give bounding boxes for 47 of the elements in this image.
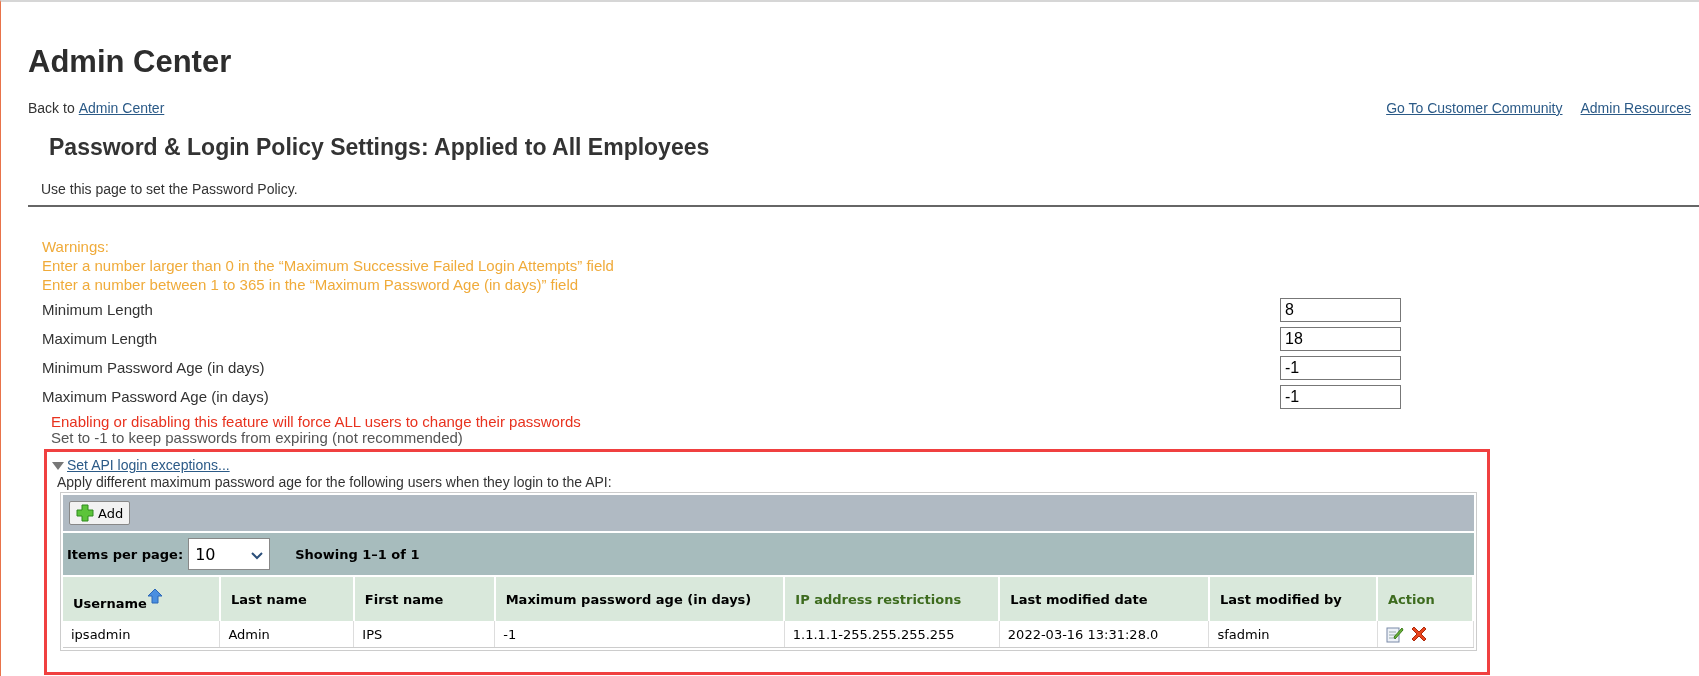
notice-text: Enabling or disabling this feature will force ALL users to change their passwords: [51, 413, 582, 431]
field-label: Maximum Length: [42, 330, 158, 347]
column-header[interactable]: Username: [63, 577, 220, 621]
input-field[interactable]: 8: [1280, 297, 1401, 322]
field-label: Minimum Password Age (in days): [42, 359, 265, 376]
items-per-page-label: Items per page:: [67, 546, 184, 562]
page-title: Admin Center: [28, 43, 233, 80]
warning-text: Enter a number larger than 0 in the “Maximum Successive Failed Login Attempts” field: [42, 256, 615, 275]
hint-text: Set to -1 to keep passwords from expiring (not recommended): [51, 431, 463, 445]
table-cell: -1: [494, 621, 785, 648]
admin-center-link[interactable]: Admin Center: [78, 100, 165, 116]
column-header[interactable]: Last modified by: [1208, 577, 1377, 621]
section-description: Use this page to set the Password Policy.: [41, 181, 299, 197]
table-cell: Admin: [219, 621, 354, 648]
collapse-triangle-icon[interactable]: [52, 460, 64, 470]
input-field[interactable]: 18: [1280, 326, 1401, 351]
plus-icon: [76, 504, 94, 522]
section-heading: Password & Login Policy Settings: Applied to All Employees: [49, 134, 711, 161]
chevron-down-icon: [251, 551, 264, 560]
table-cell: 1.1.1.1-255.255.255.255: [784, 621, 1000, 648]
edit-icon[interactable]: [1385, 625, 1404, 643]
back-label: Back to: [28, 100, 75, 116]
table-cell: ipsadmin: [63, 621, 220, 648]
input-field[interactable]: -1: [1280, 355, 1401, 380]
header-link[interactable]: Admin Resources: [1580, 100, 1691, 116]
header-link[interactable]: Go To Customer Community: [1386, 100, 1563, 116]
delete-x-icon[interactable]: [1409, 625, 1428, 643]
table-cell: IPS: [353, 621, 495, 648]
sort-up-arrow-icon: [146, 587, 163, 604]
showing-count: Showing 1–1 of 1: [295, 546, 420, 562]
input-field[interactable]: -1: [1280, 384, 1401, 409]
column-header: Action: [1377, 577, 1473, 621]
table-cell: sfadmin: [1208, 621, 1377, 648]
column-header: IP address restrictions: [784, 577, 1000, 621]
field-label: Maximum Password Age (in days): [42, 388, 269, 405]
column-header[interactable]: Maximum password age (in days): [494, 577, 785, 621]
warnings-title: Warnings:: [42, 237, 110, 256]
column-header[interactable]: First name: [353, 577, 495, 621]
add-button[interactable]: Add: [69, 501, 131, 525]
api-exceptions-link[interactable]: Set API login exceptions...: [67, 457, 230, 473]
api-exceptions-description: Apply different maximum password age for the following users when they login to the API:: [57, 474, 613, 490]
field-label: Minimum Length: [42, 301, 153, 318]
table-cell: 2022-03-16 13:31:28.0: [999, 621, 1209, 648]
column-header[interactable]: Last name: [219, 577, 354, 621]
warning-text: Enter a number between 1 to 365 in the “Maximum Password Age (in days)” field: [42, 275, 580, 294]
column-header[interactable]: Last modified date: [999, 577, 1209, 621]
items-per-page-dropdown[interactable]: 10: [188, 538, 271, 570]
